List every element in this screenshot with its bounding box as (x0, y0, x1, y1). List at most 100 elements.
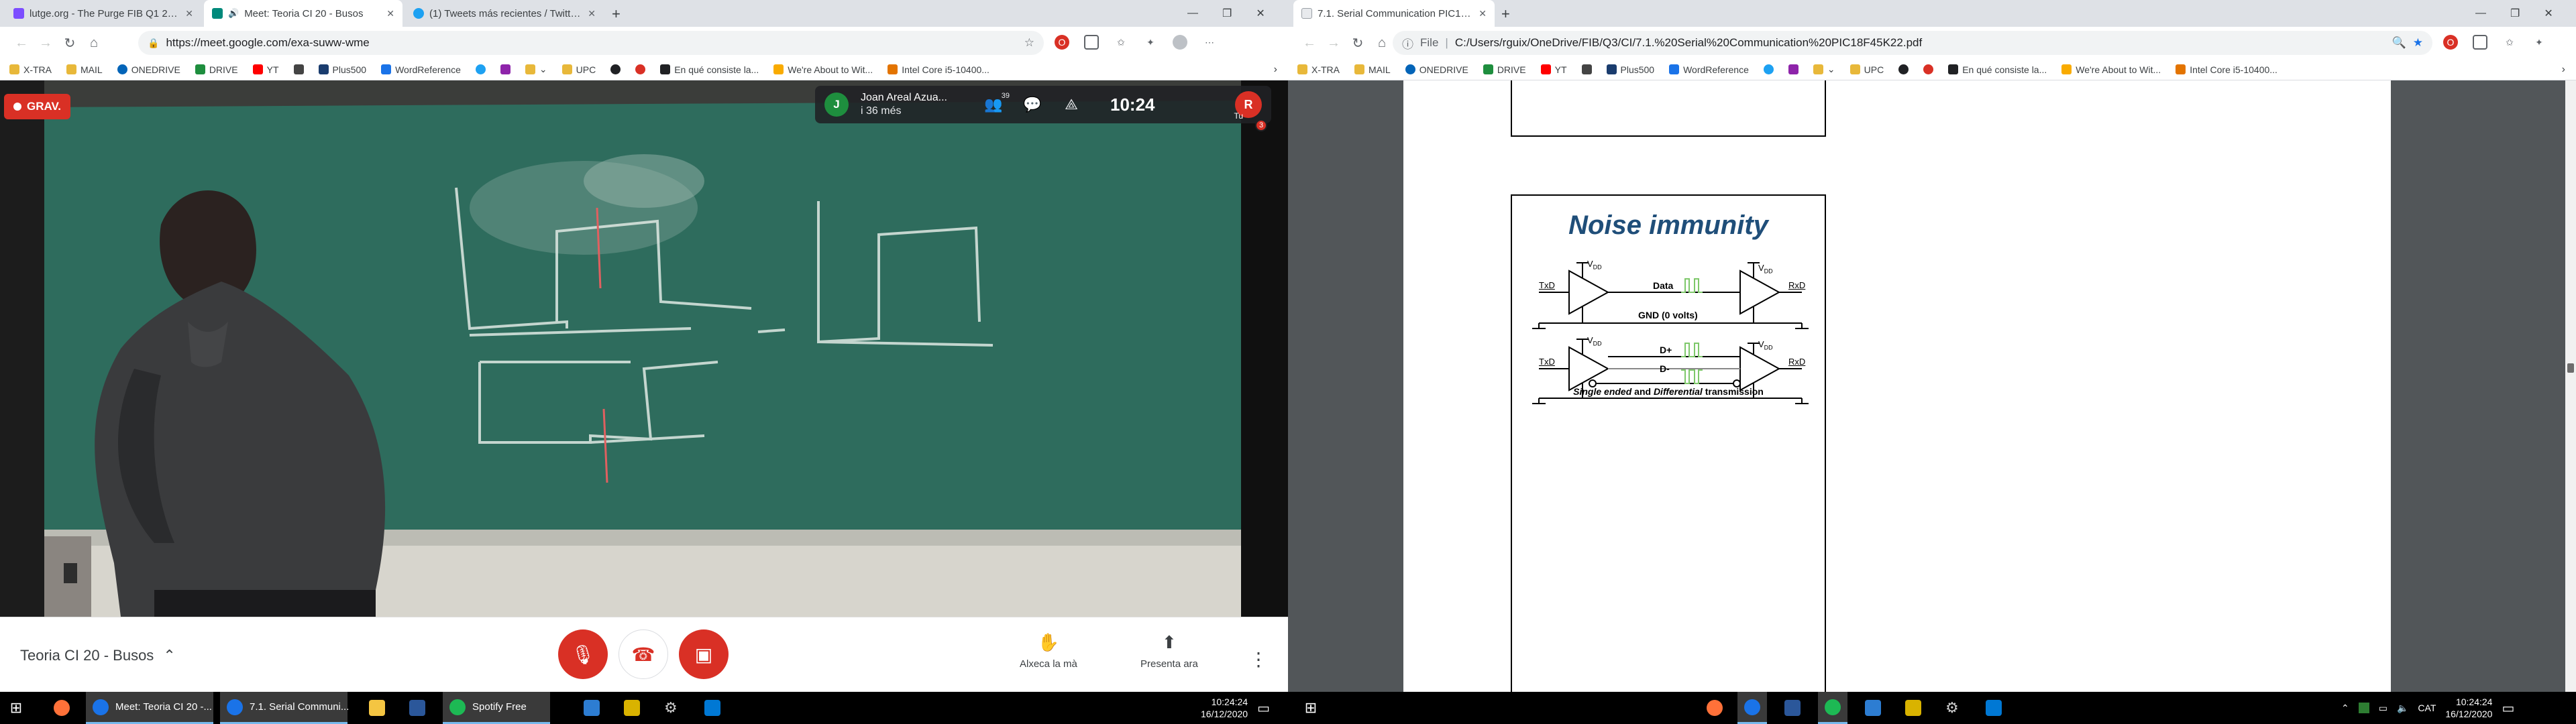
extension-box-icon[interactable] (2473, 35, 2487, 50)
chevron-right-icon[interactable]: › (1274, 64, 1277, 76)
taskbar-app[interactable] (1898, 692, 1928, 724)
people-icon[interactable]: 👥 39 (980, 92, 1010, 113)
menu-icon[interactable]: ⋯ (1202, 35, 1217, 50)
taskbar-item-pdf[interactable]: 7.1. Serial Communi... (220, 692, 349, 724)
bookmark-star-icon[interactable]: ☆ (1024, 36, 1034, 50)
taskbar-app[interactable] (617, 692, 647, 724)
bookmark-item[interactable]: X-TRA (1297, 64, 1340, 75)
start-button[interactable]: ⊞ (1295, 692, 1327, 724)
bookmark-item[interactable] (1581, 64, 1592, 74)
taskbar-chrome[interactable] (1737, 692, 1767, 724)
start-button[interactable]: ⊞ (0, 692, 32, 724)
taskbar-clock[interactable]: 10:24:24 16/12/2020 (1201, 696, 1248, 720)
mic-off-button[interactable]: 🎙 (558, 629, 608, 679)
address-bar[interactable]: 🔒 https://meet.google.com/exa-suww-wme ☆ (138, 31, 1044, 55)
bookmark-item[interactable] (635, 64, 646, 74)
taskbar-firefox[interactable] (1700, 692, 1729, 724)
taskbar-vscode[interactable] (1979, 692, 2008, 724)
taskbar-explorer[interactable] (362, 692, 392, 724)
notifications-icon[interactable]: ▭ (1257, 700, 1270, 717)
activities-icon[interactable]: ⟁ (1058, 96, 1085, 113)
bookmark-item[interactable] (1763, 64, 1774, 74)
home-icon[interactable]: ⌂ (82, 36, 106, 51)
close-icon[interactable]: ✕ (1479, 8, 1487, 19)
bookmark-item[interactable]: ONEDRIVE (1405, 64, 1468, 75)
bookmark-item[interactable]: Plus500 (318, 64, 366, 75)
home-icon[interactable]: ⌂ (1370, 36, 1394, 51)
more-options-icon[interactable]: ⋮ (1249, 648, 1268, 670)
tab-lutge[interactable]: lutge.org - The Purge FIB Q1 20... ✕ (5, 0, 201, 27)
taskbar-word[interactable] (1778, 692, 1807, 724)
taskbar-item-meet[interactable]: Meet: Teoria CI 20 -... (86, 692, 213, 724)
taskbar-word[interactable] (402, 692, 432, 724)
back-icon[interactable]: ← (1297, 36, 1322, 51)
volume-icon[interactable]: 🔈 (2397, 703, 2408, 714)
bookmark-item[interactable]: DRIVE (195, 64, 238, 75)
close-window-icon[interactable]: ✕ (2544, 7, 2553, 20)
bookmark-item[interactable]: We're About to Wit... (2061, 64, 2161, 75)
bookmark-item[interactable] (610, 64, 621, 74)
zoom-icon[interactable]: 🔍 (2392, 36, 2406, 50)
bookmark-item[interactable]: DRIVE (1483, 64, 1526, 75)
extension-box-icon[interactable] (1084, 35, 1099, 50)
new-tab-icon[interactable]: + (612, 5, 621, 23)
bookmark-item[interactable] (1898, 64, 1909, 74)
new-tab-icon[interactable]: + (1501, 5, 1510, 23)
minimize-icon[interactable]: — (1187, 7, 1198, 19)
network-icon[interactable]: ▭ (2379, 703, 2387, 714)
extension-star-icon[interactable]: ✩ (2502, 35, 2517, 50)
bookmark-item[interactable]: ONEDRIVE (117, 64, 180, 75)
bookmark-item[interactable]: MAIL (1354, 64, 1391, 75)
reload-icon[interactable]: ↻ (1346, 35, 1370, 52)
meeting-details-toggle[interactable]: Teoria CI 20 - Busos ⌃ (20, 647, 176, 664)
pdf-scrollbar[interactable] (2565, 80, 2576, 692)
close-icon[interactable]: ✕ (386, 8, 394, 19)
forward-icon[interactable]: → (1322, 36, 1346, 51)
taskbar-clock[interactable]: 10:24:24 16/12/2020 (2445, 696, 2492, 720)
extension-opera-icon[interactable]: O (1055, 35, 1069, 50)
leave-call-button[interactable]: ☎ (619, 629, 668, 679)
bookmark-item[interactable] (293, 64, 304, 74)
chevron-up-icon[interactable]: ⌃ (2341, 703, 2349, 714)
taskbar-vscode[interactable] (698, 692, 727, 724)
bookmark-item[interactable] (1923, 64, 1934, 74)
bookmark-item[interactable] (1788, 64, 1799, 74)
taskbar-firefox[interactable] (47, 692, 76, 724)
taskbar-app[interactable] (1858, 692, 1888, 724)
close-icon[interactable]: ✕ (588, 8, 596, 19)
bookmark-item[interactable]: En qué consiste la... (660, 64, 759, 75)
bookmark-item[interactable]: UPC (561, 64, 596, 75)
tray-app-icon[interactable] (2358, 703, 2369, 713)
notifications-icon[interactable]: ▭ (2502, 700, 2514, 717)
bookmark-item[interactable]: Intel Core i5-10400... (888, 64, 989, 75)
present-now-button[interactable]: ⬆ Presenta ara (1140, 632, 1198, 670)
extension-puzzle-icon[interactable]: ✦ (2532, 35, 2546, 50)
pdf-scroll-thumb[interactable] (2567, 363, 2574, 373)
bookmark-item[interactable]: YT (252, 64, 279, 75)
extension-opera-icon[interactable]: O (2443, 35, 2458, 50)
minimize-icon[interactable]: — (2475, 7, 2486, 19)
bookmark-item[interactable]: UPC (1849, 64, 1884, 75)
address-bar[interactable]: ⓘ File | C:/Users/rguix/OneDrive/FIB/Q3/… (1393, 31, 2432, 55)
extension-star-icon[interactable]: ✩ (1114, 35, 1128, 50)
bookmark-item[interactable]: ⌄ (1813, 64, 1835, 75)
profile-avatar[interactable] (1173, 35, 1187, 50)
bookmark-item[interactable]: MAIL (66, 64, 103, 75)
taskbar-item-spotify[interactable]: Spotify Free (443, 692, 550, 724)
bookmark-item[interactable]: Intel Core i5-10400... (2176, 64, 2277, 75)
bookmark-item[interactable]: YT (1540, 64, 1567, 75)
bookmark-item[interactable]: ⌄ (525, 64, 547, 75)
forward-icon[interactable]: → (34, 36, 58, 51)
bookmark-item[interactable]: WordReference (381, 64, 461, 75)
tab-twitter[interactable]: (1) Tweets más recientes / Twitte... ✕ (405, 0, 604, 27)
bookmark-item[interactable] (500, 64, 511, 74)
chevron-right-icon[interactable]: › (2562, 64, 2565, 76)
camera-off-button[interactable]: ▣ (679, 629, 729, 679)
reload-icon[interactable]: ↻ (58, 35, 82, 52)
bookmark-item[interactable]: En qué consiste la... (1948, 64, 2047, 75)
bookmark-star-icon[interactable]: ★ (2413, 36, 2423, 50)
tab-meet[interactable]: 🔊 Meet: Teoria CI 20 - Busos ✕ (204, 0, 402, 27)
presenter-info[interactable]: Joan Areal Azua... i 36 més (861, 91, 968, 118)
language-indicator[interactable]: CAT (2418, 703, 2436, 713)
taskbar-settings[interactable]: ⚙ (657, 692, 684, 724)
